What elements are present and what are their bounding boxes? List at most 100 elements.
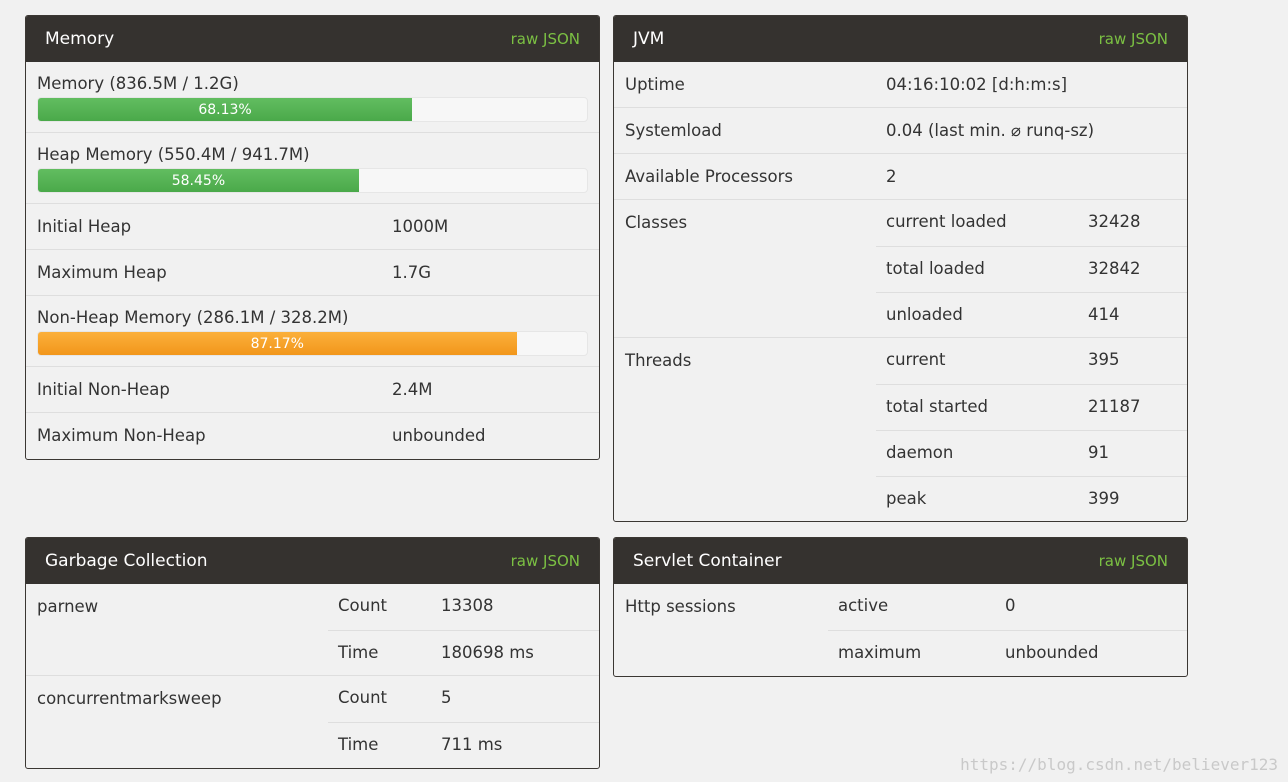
- gc-count-label: Count: [338, 596, 388, 615]
- classes-unloaded-value: 414: [1088, 305, 1120, 324]
- initial-nonheap-value: 2.4M: [392, 380, 433, 399]
- memory-panel: Memory raw JSON Memory (836.5M / 1.2G) 6…: [25, 15, 600, 460]
- systemload-value: 0.04 (last min. ⌀ runq-sz): [886, 121, 1095, 140]
- http-sessions-row: Http sessions active 0 maximum unbounded: [614, 584, 1187, 676]
- heap-memory-row: Heap Memory (550.4M / 941.7M) 58.45%: [26, 133, 599, 204]
- gc-collector-name: parnew: [37, 597, 99, 616]
- processors-label: Available Processors: [625, 167, 793, 186]
- threads-daemon-label: daemon: [886, 443, 954, 462]
- classes-row: Classes current loaded 32428 total loade…: [614, 200, 1187, 338]
- memory-progress-track: 68.13%: [37, 97, 588, 122]
- max-heap-label: Maximum Heap: [37, 263, 167, 282]
- nonheap-progress-text: 87.17%: [250, 335, 304, 352]
- gc-time-value: 711 ms: [441, 735, 503, 754]
- memory-panel-header: Memory raw JSON: [26, 16, 599, 62]
- servlet-panel: Servlet Container raw JSON Http sessions…: [613, 537, 1188, 677]
- memory-panel-title: Memory: [45, 29, 115, 49]
- threads-total-started-label: total started: [886, 397, 989, 416]
- nonheap-progress-bar: 87.17%: [38, 332, 517, 355]
- heap-progress-track: 58.45%: [37, 168, 588, 193]
- gc-raw-json-link[interactable]: raw JSON: [511, 552, 580, 570]
- servlet-panel-title: Servlet Container: [633, 551, 782, 571]
- systemload-row: Systemload 0.04 (last min. ⌀ runq-sz): [614, 108, 1187, 154]
- max-heap-value: 1.7G: [392, 263, 432, 282]
- uptime-row: Uptime 04:16:10:02 [d:h:m:s]: [614, 62, 1187, 108]
- servlet-raw-json-link[interactable]: raw JSON: [1099, 552, 1168, 570]
- gc-count-label: Count: [338, 688, 388, 707]
- gc-collector-row: concurrentmarksweep Count 5 Time 711 ms: [26, 676, 599, 768]
- gc-count-value: 5: [441, 688, 452, 707]
- threads-subrow: total started 21187: [876, 384, 1187, 430]
- threads-current-label: current: [886, 350, 946, 369]
- max-nonheap-value: unbounded: [392, 426, 486, 445]
- sessions-maximum-value: unbounded: [1005, 643, 1099, 662]
- gc-count-subrow: Count 5: [328, 676, 599, 722]
- gc-panel: Garbage Collection raw JSON parnew Count…: [25, 537, 600, 769]
- memory-label: Memory (836.5M / 1.2G): [37, 74, 239, 93]
- threads-subrow: daemon 91: [876, 430, 1187, 476]
- max-heap-row: Maximum Heap 1.7G: [26, 250, 599, 296]
- gc-time-subrow: Time 711 ms: [328, 722, 599, 768]
- threads-daemon-value: 91: [1088, 443, 1109, 462]
- sessions-active-value: 0: [1005, 596, 1016, 615]
- nonheap-memory-row: Non-Heap Memory (286.1M / 328.2M) 87.17%: [26, 296, 599, 367]
- threads-peak-value: 399: [1088, 489, 1120, 508]
- gc-time-value: 180698 ms: [441, 643, 534, 662]
- threads-subrow: current 395: [876, 338, 1187, 384]
- heap-memory-label: Heap Memory (550.4M / 941.7M): [37, 145, 310, 164]
- gc-time-label: Time: [338, 643, 379, 662]
- classes-total-loaded-value: 32842: [1088, 259, 1141, 278]
- classes-total-loaded-label: total loaded: [886, 259, 985, 278]
- gc-count-subrow: Count 13308: [328, 584, 599, 630]
- classes-unloaded-label: unloaded: [886, 305, 963, 324]
- classes-current-loaded-value: 32428: [1088, 212, 1141, 231]
- gc-collector-row: parnew Count 13308 Time 180698 ms: [26, 584, 599, 676]
- uptime-label: Uptime: [625, 75, 685, 94]
- gc-collector-name: concurrentmarksweep: [37, 689, 222, 708]
- heap-progress-text: 58.45%: [171, 172, 226, 189]
- nonheap-progress-track: 87.17%: [37, 331, 588, 356]
- gc-count-value: 13308: [441, 596, 494, 615]
- nonheap-memory-label: Non-Heap Memory (286.1M / 328.2M): [37, 308, 349, 327]
- threads-total-started-value: 21187: [1088, 397, 1141, 416]
- uptime-value: 04:16:10:02 [d:h:m:s]: [886, 75, 1068, 94]
- threads-peak-label: peak: [886, 489, 927, 508]
- jvm-panel-title: JVM: [633, 29, 665, 49]
- gc-time-subrow: Time 180698 ms: [328, 630, 599, 676]
- max-nonheap-row: Maximum Non-Heap unbounded: [26, 413, 599, 459]
- sessions-active-subrow: active 0: [828, 584, 1187, 630]
- classes-label: Classes: [625, 213, 688, 232]
- jvm-panel-header: JVM raw JSON: [614, 16, 1187, 62]
- sessions-active-label: active: [838, 596, 889, 615]
- memory-raw-json-link[interactable]: raw JSON: [511, 30, 580, 48]
- initial-nonheap-row: Initial Non-Heap 2.4M: [26, 367, 599, 413]
- classes-subrow: total loaded 32842: [876, 246, 1187, 292]
- jvm-raw-json-link[interactable]: raw JSON: [1099, 30, 1168, 48]
- max-nonheap-label: Maximum Non-Heap: [37, 426, 206, 445]
- classes-subrow: unloaded 414: [876, 292, 1187, 338]
- classes-subrow: current loaded 32428: [876, 200, 1187, 246]
- classes-current-loaded-label: current loaded: [886, 212, 1007, 231]
- threads-label: Threads: [625, 351, 692, 370]
- http-sessions-label: Http sessions: [625, 597, 736, 616]
- servlet-panel-header: Servlet Container raw JSON: [614, 538, 1187, 584]
- memory-row: Memory (836.5M / 1.2G) 68.13%: [26, 62, 599, 133]
- sessions-maximum-subrow: maximum unbounded: [828, 630, 1187, 676]
- gc-time-label: Time: [338, 735, 379, 754]
- initial-heap-row: Initial Heap 1000M: [26, 204, 599, 250]
- memory-progress-text: 68.13%: [198, 101, 252, 118]
- sessions-maximum-label: maximum: [838, 643, 922, 662]
- gc-panel-header: Garbage Collection raw JSON: [26, 538, 599, 584]
- gc-panel-title: Garbage Collection: [45, 551, 208, 571]
- processors-row: Available Processors 2: [614, 154, 1187, 200]
- initial-nonheap-label: Initial Non-Heap: [37, 380, 170, 399]
- heap-progress-bar: 58.45%: [38, 169, 359, 192]
- watermark: https://blog.csdn.net/believer123: [960, 755, 1278, 774]
- memory-progress-bar: 68.13%: [38, 98, 413, 121]
- initial-heap-label: Initial Heap: [37, 217, 132, 236]
- initial-heap-value: 1000M: [392, 217, 449, 236]
- threads-row: Threads current 395 total started 21187 …: [614, 338, 1187, 521]
- systemload-label: Systemload: [625, 121, 722, 140]
- jvm-panel: JVM raw JSON Uptime 04:16:10:02 [d:h:m:s…: [613, 15, 1188, 522]
- processors-value: 2: [886, 167, 897, 186]
